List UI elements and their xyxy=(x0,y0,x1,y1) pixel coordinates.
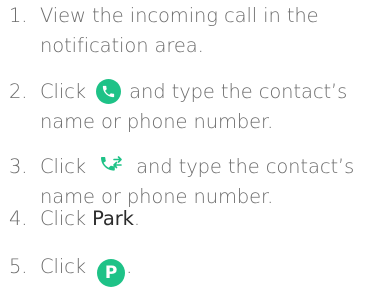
step-1-line-2: notification area. xyxy=(40,34,204,57)
step-text: Click xyxy=(40,207,86,230)
step-5-line-1: Click P. xyxy=(40,252,132,287)
step-3-line-1: Click and type the contact’s xyxy=(40,152,354,181)
instruction-steps: 1. View the incoming call in the notific… xyxy=(0,0,369,287)
park-label: Park xyxy=(92,207,134,230)
step-text: . xyxy=(126,255,133,278)
park-icon: P xyxy=(97,259,126,287)
step-2-line-2: name or phone number. xyxy=(40,110,274,133)
phone-answer-icon xyxy=(96,79,122,104)
step-4-line-1: Click Park. xyxy=(40,204,140,233)
step-number: 1. xyxy=(9,4,28,27)
step-number: 2. xyxy=(9,80,28,103)
step-text: Click xyxy=(40,80,93,103)
step-text: Click xyxy=(40,255,93,278)
step-number: 4. xyxy=(9,207,28,230)
phone-transfer-icon xyxy=(98,154,124,178)
step-number: 5. xyxy=(9,255,28,278)
step-text: Click xyxy=(40,155,93,178)
step-1-line-1: View the incoming call in the xyxy=(40,4,319,27)
step-2-line-1: Click and type the contact’s xyxy=(40,77,347,106)
step-text: and type the contact’s xyxy=(123,80,348,103)
step-number: 3. xyxy=(9,155,28,178)
step-text: and type the contact’s xyxy=(130,155,355,178)
step-text: . xyxy=(133,207,140,230)
